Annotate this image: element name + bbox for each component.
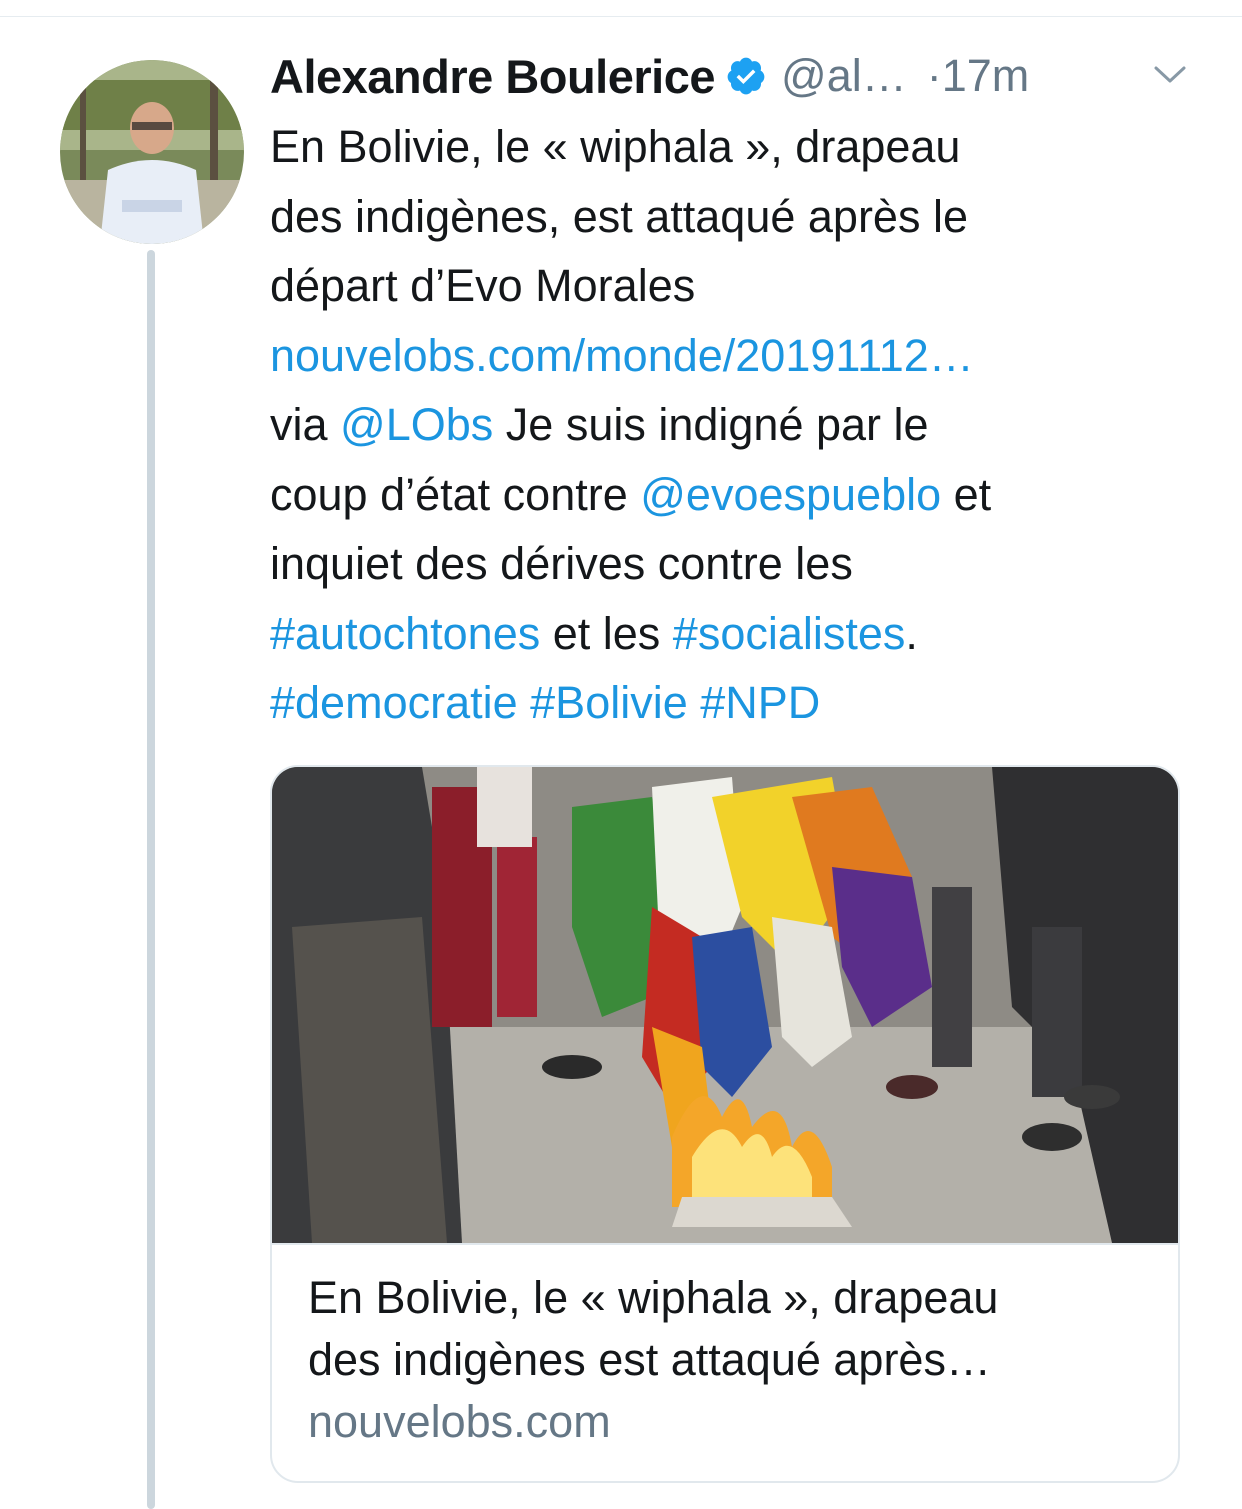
verified-badge-icon xyxy=(725,55,767,97)
tweet-text-line: En Bolivie, le « wiphala », drapeau xyxy=(270,121,961,172)
tweet-text-line: inquiet des dérives contre les xyxy=(270,538,853,589)
avatar-photo xyxy=(60,60,244,244)
tweet-text-segment: . xyxy=(905,607,918,659)
author-name[interactable]: Alexandre Boulerice xyxy=(270,49,716,104)
card-divider xyxy=(272,1243,1178,1245)
tweet-text-segment: via xyxy=(270,399,341,450)
card-title-line: En Bolivie, le « wiphala », drapeau xyxy=(308,1272,999,1323)
tweet-text: En Bolivie, le « wiphala », drapeau des … xyxy=(270,112,1170,738)
card-title[interactable]: En Bolivie, le « wiphala », drapeau des … xyxy=(308,1267,1158,1391)
tweet-text-segment: et xyxy=(941,468,992,520)
card-title-line: des indigènes est attaqué après… xyxy=(308,1334,991,1385)
tweet-text-line: départ d’Evo Morales xyxy=(270,260,696,311)
tweet-timestamp[interactable]: ·17m xyxy=(927,50,1030,102)
mention-evoespueblo[interactable]: @evoespueblo xyxy=(640,469,941,520)
card-body: En Bolivie, le « wiphala », drapeau des … xyxy=(308,1267,1158,1453)
thread-line xyxy=(147,250,155,1509)
tweet-header: Alexandre Boulerice @al… ·17m xyxy=(270,44,1200,108)
author-handle[interactable]: @al… xyxy=(781,50,907,102)
tweet-text-segment: Je suis indigné par le xyxy=(493,399,929,450)
tweet-text-segment: coup d’état contre xyxy=(270,468,641,520)
article-link[interactable]: nouvelobs.com/monde/20191112… xyxy=(270,330,974,381)
author-avatar[interactable] xyxy=(60,60,244,244)
hashtag-npd[interactable]: #NPD xyxy=(700,677,820,728)
mention-lobs[interactable]: @LObs xyxy=(340,399,493,450)
hashtag-democratie[interactable]: #democratie xyxy=(270,677,518,728)
tweet-text-line: des indigènes, est attaqué après le xyxy=(270,190,968,242)
tweet-text-segment: et les xyxy=(540,607,673,659)
chevron-down-icon[interactable] xyxy=(1152,60,1188,88)
hashtag-bolivie[interactable]: #Bolivie xyxy=(530,677,688,728)
top-divider xyxy=(0,0,1242,17)
hashtag-autochtones[interactable]: #autochtones xyxy=(270,608,540,659)
card-domain: nouvelobs.com xyxy=(308,1396,611,1447)
card-image[interactable] xyxy=(272,767,1178,1243)
link-preview-card[interactable]: En Bolivie, le « wiphala », drapeau des … xyxy=(270,765,1180,1483)
hashtag-socialistes[interactable]: #socialistes xyxy=(673,608,906,659)
